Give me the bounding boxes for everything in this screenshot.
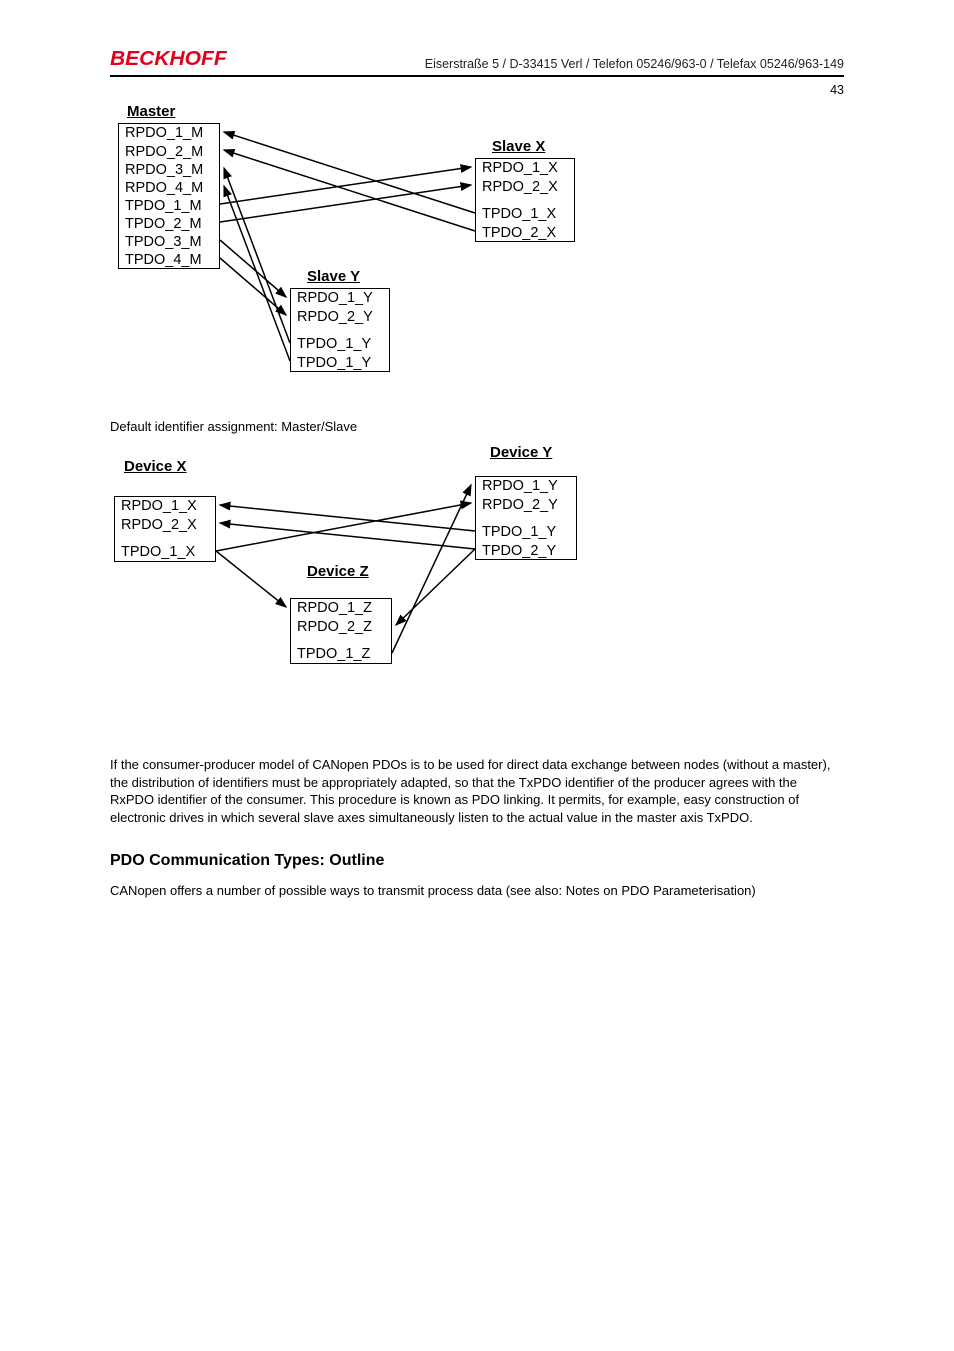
pdo-row: TPDO_2_X xyxy=(476,223,574,241)
pdo-row: RPDO_2_X xyxy=(476,177,574,195)
body-paragraph-1: If the consumer-producer model of CANope… xyxy=(110,756,844,826)
slavex-box: RPDO_1_X RPDO_2_X TPDO_1_X TPDO_2_X xyxy=(475,158,575,242)
pdo-row: TPDO_1_M xyxy=(119,196,219,214)
pdo-row: RPDO_1_Y xyxy=(291,289,389,307)
diagram-master-slave: Master RPDO_1_M RPDO_2_M RPDO_3_M RPDO_4… xyxy=(110,105,590,405)
slavex-title: Slave X xyxy=(492,138,545,155)
pdo-row: RPDO_2_Z xyxy=(291,617,391,635)
pdo-row: TPDO_3_M xyxy=(119,232,219,250)
header-info: Eiserstraße 5 / D-33415 Verl / Telefon 0… xyxy=(425,57,844,71)
slavey-box: RPDO_1_Y RPDO_2_Y TPDO_1_Y TPDO_1_Y xyxy=(290,288,390,372)
pdo-row: TPDO_1_Z xyxy=(291,645,391,663)
pdo-row: RPDO_3_M xyxy=(119,160,219,178)
pdo-row: TPDO_1_X xyxy=(115,543,215,561)
page-number: 43 xyxy=(60,77,894,97)
pdo-row: RPDO_1_Z xyxy=(291,599,391,617)
pdo-row: RPDO_1_Y xyxy=(476,477,576,495)
pdo-row: RPDO_2_Y xyxy=(476,495,576,513)
pdo-row: TPDO_2_Y xyxy=(476,541,576,559)
pdo-row: TPDO_1_X xyxy=(476,205,574,223)
devicex-title: Device X xyxy=(124,458,187,475)
pdo-row: RPDO_1_X xyxy=(115,497,215,515)
page-header: BECKHOFF Eiserstraße 5 / D-33415 Verl / … xyxy=(60,48,894,71)
pdo-row: RPDO_2_Y xyxy=(291,307,389,325)
section-heading: PDO Communication Types: Outline xyxy=(110,852,844,870)
pdo-row: TPDO_1_Y xyxy=(476,523,576,541)
pdo-row: RPDO_1_M xyxy=(119,124,219,142)
pdo-row: TPDO_1_Y xyxy=(291,335,389,353)
diagram1-caption: Default identifier assignment: Master/Sl… xyxy=(110,419,844,434)
body-paragraph-2: CANopen offers a number of possible ways… xyxy=(110,882,844,900)
diagram-pdo-linking: Device X RPDO_1_X RPDO_2_X TPDO_1_X Devi… xyxy=(110,448,590,738)
pdo-row: TPDO_1_Y xyxy=(291,353,389,371)
devicez-title: Device Z xyxy=(307,563,369,580)
logo: BECKHOFF xyxy=(110,48,227,71)
devicey-title: Device Y xyxy=(490,444,552,461)
devicez-box: RPDO_1_Z RPDO_2_Z TPDO_1_Z xyxy=(290,598,392,664)
slavey-title: Slave Y xyxy=(307,268,360,285)
master-box: RPDO_1_M RPDO_2_M RPDO_3_M RPDO_4_M TPDO… xyxy=(118,123,220,269)
pdo-row: RPDO_2_X xyxy=(115,515,215,533)
pdo-row: RPDO_4_M xyxy=(119,178,219,196)
pdo-row: RPDO_2_M xyxy=(119,142,219,160)
master-title: Master xyxy=(127,103,175,120)
devicex-box: RPDO_1_X RPDO_2_X TPDO_1_X xyxy=(114,496,216,562)
pdo-row: TPDO_2_M xyxy=(119,214,219,232)
pdo-row: TPDO_4_M xyxy=(119,250,219,268)
devicey-box: RPDO_1_Y RPDO_2_Y TPDO_1_Y TPDO_2_Y xyxy=(475,476,577,560)
pdo-row: RPDO_1_X xyxy=(476,159,574,177)
